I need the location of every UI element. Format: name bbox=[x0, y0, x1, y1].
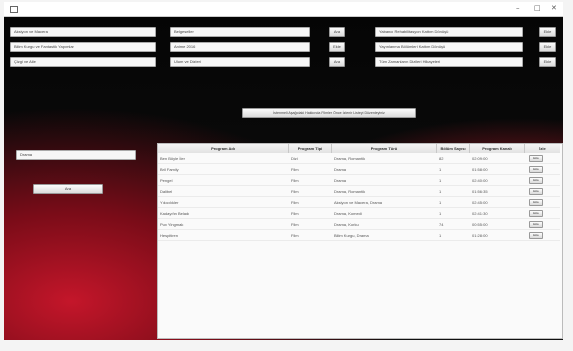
cell-episode-count: 1 bbox=[439, 211, 442, 216]
cell-program-genre: Drama, Romantik bbox=[334, 189, 366, 194]
category-field-3[interactable]: Çizgi ve Aile bbox=[10, 57, 156, 67]
right-button-2[interactable]: Ekle bbox=[539, 42, 556, 52]
app-window: – □ ✕ Aksiyon ve Macera Bilim Kurgu ve F… bbox=[4, 2, 563, 340]
row-add-button[interactable]: Ekle bbox=[529, 166, 543, 173]
header-episode-count[interactable]: Bölüm Sayısı bbox=[437, 144, 470, 153]
cell-program-channel: 01:56:35 bbox=[472, 189, 488, 194]
cell-episode-count: 1 bbox=[439, 233, 442, 238]
list-edit-button[interactable]: İstenmeli Aşağıdaki Hakkında Filmler Önc… bbox=[242, 108, 416, 118]
cell-episode-count: 1 bbox=[439, 167, 442, 172]
program-table: Program Adı Program Tipi Program Türü Bö… bbox=[157, 143, 563, 339]
cell-program-genre: Drama bbox=[334, 178, 347, 183]
header-program-name[interactable]: Program Adı bbox=[158, 144, 289, 153]
table-row[interactable]: Dalibel Film Drama, Romantik 1 01:56:35 … bbox=[158, 186, 560, 197]
category-field-9[interactable]: Tüm Zamanların Dizileri Hikayeleri bbox=[375, 57, 523, 67]
cell-program-channel: 01:28:00 bbox=[472, 233, 488, 238]
cell-program-type: Film bbox=[291, 189, 299, 194]
row-add-button[interactable]: Ekle bbox=[529, 210, 543, 217]
cell-program-type: Film bbox=[291, 211, 299, 216]
cell-program-channel: 02:40:00 bbox=[472, 178, 488, 183]
maximize-button[interactable]: □ bbox=[534, 4, 541, 12]
table-row[interactable]: Pux Yingmak Film Drama, Korku 74 00:55:0… bbox=[158, 219, 560, 230]
cell-program-genre: Drama, Korku bbox=[334, 222, 359, 227]
right-button-1[interactable]: Ekle bbox=[539, 27, 556, 37]
cell-program-name: Pengel bbox=[160, 178, 173, 183]
cell-program-type: Film bbox=[291, 167, 299, 172]
row-add-button[interactable]: Ekle bbox=[529, 188, 543, 195]
cell-program-channel: 01:58:00 bbox=[472, 167, 488, 172]
row-add-button[interactable]: Ekle bbox=[529, 199, 543, 206]
row-add-button[interactable]: Ekle bbox=[529, 232, 543, 239]
cell-program-genre: Drama, Komedi bbox=[334, 211, 362, 216]
cell-program-genre: Aksiyon ve Macera, Drama bbox=[334, 200, 383, 205]
row-add-button[interactable]: Ekle bbox=[529, 221, 543, 228]
table-row[interactable]: Yıkıcılıkler Film Aksiyon ve Macera, Dra… bbox=[158, 197, 560, 208]
category-field-2[interactable]: Bilim Kurgu ve Fantastik Yapımlar bbox=[10, 42, 156, 52]
middle-button-3[interactable]: Ara bbox=[329, 57, 345, 67]
cell-program-type: Film bbox=[291, 178, 299, 183]
header-program-type[interactable]: Program Tipi bbox=[289, 144, 332, 153]
cell-program-type: Film bbox=[291, 233, 299, 238]
cell-program-name: Pux Yingmak bbox=[160, 222, 184, 227]
search-button[interactable]: Ara bbox=[33, 184, 103, 194]
table-row[interactable]: Bril Family Film Drama 1 01:58:00 Ekle bbox=[158, 164, 560, 175]
cell-program-genre: Bilim Kurgu, Drama bbox=[334, 233, 369, 238]
cell-episode-count: 1 bbox=[439, 178, 442, 183]
cell-program-type: Dizi bbox=[291, 156, 298, 161]
cell-episode-count: 1 bbox=[439, 200, 442, 205]
cell-episode-count: 74 bbox=[439, 222, 444, 227]
middle-button-2[interactable]: Ekle bbox=[329, 42, 345, 52]
cell-program-name: Kadayıfın Beladı bbox=[160, 211, 190, 216]
category-field-7[interactable]: Yabancı Rehabilitasyon Kattım Dönüşü bbox=[375, 27, 523, 37]
table-row[interactable]: Pengel Film Drama 1 02:40:00 Ekle bbox=[158, 175, 560, 186]
app-icon bbox=[10, 6, 18, 13]
cell-program-name: Yıkıcılıkler bbox=[160, 200, 179, 205]
header-program-channel[interactable]: Program Kanalı bbox=[470, 144, 525, 153]
category-field-4[interactable]: Belgeseller bbox=[170, 27, 310, 37]
category-field-6[interactable]: Ulum ve Dizleri bbox=[170, 57, 310, 67]
search-input[interactable]: Drama bbox=[16, 150, 136, 160]
category-field-8[interactable]: Yayınlanma Bölümleri Kattım Dönüşü bbox=[375, 42, 523, 52]
cell-program-genre: Drama, Romantik bbox=[334, 156, 366, 161]
category-field-1[interactable]: Aksiyon ve Macera bbox=[10, 27, 156, 37]
table-row[interactable]: Ben Böyle İler Dizi Drama, Romantik 82 0… bbox=[158, 153, 560, 164]
category-field-5[interactable]: Anime 2016 bbox=[170, 42, 310, 52]
header-program-genre[interactable]: Program Türü bbox=[332, 144, 437, 153]
cell-program-name: Dalibel bbox=[160, 189, 173, 194]
cell-program-channel: 02:45:00 bbox=[472, 200, 488, 205]
title-bar: – □ ✕ bbox=[4, 2, 563, 17]
cell-program-name: Hespitiren bbox=[160, 233, 179, 238]
cell-program-genre: Drama bbox=[334, 167, 347, 172]
cell-program-type: Film bbox=[291, 200, 299, 205]
minimize-button[interactable]: – bbox=[516, 4, 520, 12]
cell-episode-count: 82 bbox=[439, 156, 444, 161]
cell-program-name: Bril Family bbox=[160, 167, 179, 172]
row-add-button[interactable]: Ekle bbox=[529, 177, 543, 184]
table-row[interactable]: Hespitiren Film Bilim Kurgu, Drama 1 01:… bbox=[158, 230, 560, 241]
cell-episode-count: 1 bbox=[439, 189, 442, 194]
cell-program-channel: 02:41:30 bbox=[472, 211, 488, 216]
row-add-button[interactable]: Ekle bbox=[529, 155, 543, 162]
cell-program-type: Film bbox=[291, 222, 299, 227]
table-row[interactable]: Kadayıfın Beladı Film Drama, Komedi 1 02… bbox=[158, 208, 560, 219]
cell-program-name: Ben Böyle İler bbox=[160, 156, 185, 161]
header-watch[interactable]: İzle bbox=[525, 144, 560, 153]
right-button-3[interactable]: Ekle bbox=[539, 57, 556, 67]
close-button[interactable]: ✕ bbox=[551, 4, 557, 12]
cell-program-channel: 00:55:00 bbox=[472, 222, 488, 227]
middle-button-1[interactable]: Ara bbox=[329, 27, 345, 37]
cell-program-channel: 02:09:00 bbox=[472, 156, 488, 161]
